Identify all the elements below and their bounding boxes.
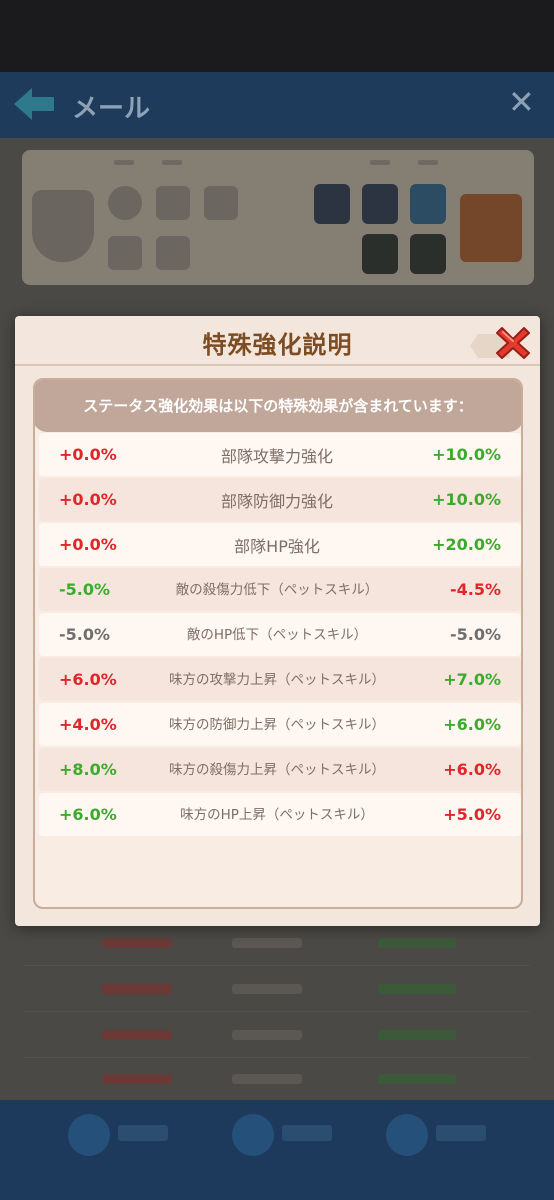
effect-value-after: +5.0% bbox=[443, 805, 501, 824]
background-commander-icon bbox=[460, 194, 522, 262]
effect-value-after: +10.0% bbox=[432, 490, 501, 509]
effect-row: +6.0% 味方のHP上昇（ペットスキル） +5.0% bbox=[39, 793, 521, 836]
background-close-icon: ✕ bbox=[508, 83, 535, 121]
back-arrow-icon bbox=[14, 88, 54, 120]
background-slot bbox=[108, 236, 142, 270]
dialog-title: 特殊強化説明 bbox=[202, 331, 353, 359]
background-title: メール bbox=[72, 94, 151, 124]
effect-name: 部隊攻撃力強化 bbox=[220, 446, 333, 466]
effect-row: +0.0% 部隊HP強化 +20.0% bbox=[39, 523, 521, 566]
effect-value-after: +6.0% bbox=[443, 760, 501, 779]
background-emblem-icon bbox=[32, 190, 94, 262]
background-hero-icon bbox=[362, 184, 398, 224]
background-slot bbox=[204, 186, 238, 220]
background-share-button bbox=[386, 1112, 526, 1158]
effect-value-after: -5.0% bbox=[449, 625, 501, 644]
background-slot bbox=[108, 186, 142, 220]
effect-value-before: +0.0% bbox=[59, 535, 117, 554]
dialog-header: 特殊強化説明 bbox=[15, 316, 540, 366]
background-slot bbox=[156, 236, 190, 270]
effects-banner-text: ステータス強化効果は以下の特殊効果が含まれています： bbox=[83, 397, 473, 415]
background-slot bbox=[156, 186, 190, 220]
effect-row: +0.0% 部隊攻撃力強化 +10.0% bbox=[39, 433, 521, 476]
effect-value-before: +0.0% bbox=[59, 490, 117, 509]
background-row bbox=[24, 1062, 530, 1102]
background-label bbox=[114, 160, 134, 165]
effect-row: +4.0% 味方の防御力上昇（ペットスキル） +6.0% bbox=[39, 703, 521, 746]
effect-name: 味方のHP上昇（ペットスキル） bbox=[180, 806, 374, 823]
background-label bbox=[370, 160, 390, 165]
effect-value-before: -5.0% bbox=[59, 580, 111, 599]
effect-name: 味方の攻撃力上昇（ペットスキル） bbox=[169, 671, 385, 688]
special-enhancement-dialog: 特殊強化説明 ステータス強化効果は以下の特殊効果が含まれています： +0.0% 部… bbox=[15, 316, 540, 926]
background-row bbox=[24, 972, 530, 1012]
effect-value-before: +8.0% bbox=[59, 760, 117, 779]
background-hero-icon bbox=[410, 234, 446, 274]
effect-value-after: +7.0% bbox=[443, 670, 501, 689]
close-icon[interactable] bbox=[494, 324, 532, 362]
effect-row: -5.0% 敵のHP低下（ペットスキル） -5.0% bbox=[39, 613, 521, 656]
effect-name: 部隊HP強化 bbox=[234, 536, 320, 556]
effect-name: 敵のHP低下（ペットスキル） bbox=[186, 626, 368, 643]
effect-name: 敵の殺傷力低下（ペットスキル） bbox=[175, 581, 379, 598]
background-row bbox=[24, 1018, 530, 1058]
effect-row: -5.0% 敵の殺傷力低下（ペットスキル） -4.5% bbox=[39, 568, 521, 611]
background-card bbox=[22, 150, 534, 285]
background-delete-button bbox=[68, 1112, 208, 1158]
effect-row: +6.0% 味方の攻撃力上昇（ペットスキル） +7.0% bbox=[39, 658, 521, 701]
effect-value-after: +20.0% bbox=[432, 535, 501, 554]
effect-value-after: +6.0% bbox=[443, 715, 501, 734]
effect-name: 味方の殺傷力上昇（ペットスキル） bbox=[169, 761, 385, 778]
effect-name: 味方の防御力上昇（ペットスキル） bbox=[169, 716, 385, 733]
effect-name: 部隊防御力強化 bbox=[220, 491, 333, 511]
effect-row: +0.0% 部隊防御力強化 +10.0% bbox=[39, 478, 521, 521]
effects-panel: ステータス強化効果は以下の特殊効果が含まれています： +0.0% 部隊攻撃力強化 +… bbox=[33, 378, 523, 909]
effect-value-after: +10.0% bbox=[432, 445, 501, 464]
effect-value-before: +6.0% bbox=[59, 805, 117, 824]
effect-row: +8.0% 味方の殺傷力上昇（ペットスキル） +6.0% bbox=[39, 748, 521, 791]
effect-value-after: -4.5% bbox=[449, 580, 501, 599]
background-hero-icon bbox=[314, 184, 350, 224]
background-label bbox=[162, 160, 182, 165]
background-play-button bbox=[232, 1112, 372, 1158]
effect-value-before: +4.0% bbox=[59, 715, 117, 734]
background-row bbox=[24, 926, 530, 966]
background-hero-icon bbox=[362, 234, 398, 274]
background-label bbox=[418, 160, 438, 165]
effect-value-before: +6.0% bbox=[59, 670, 117, 689]
effect-value-before: -5.0% bbox=[59, 625, 111, 644]
background-hero-icon bbox=[410, 184, 446, 224]
effects-banner: ステータス強化効果は以下の特殊効果が含まれています： bbox=[35, 380, 521, 432]
effect-value-before: +0.0% bbox=[59, 445, 117, 464]
